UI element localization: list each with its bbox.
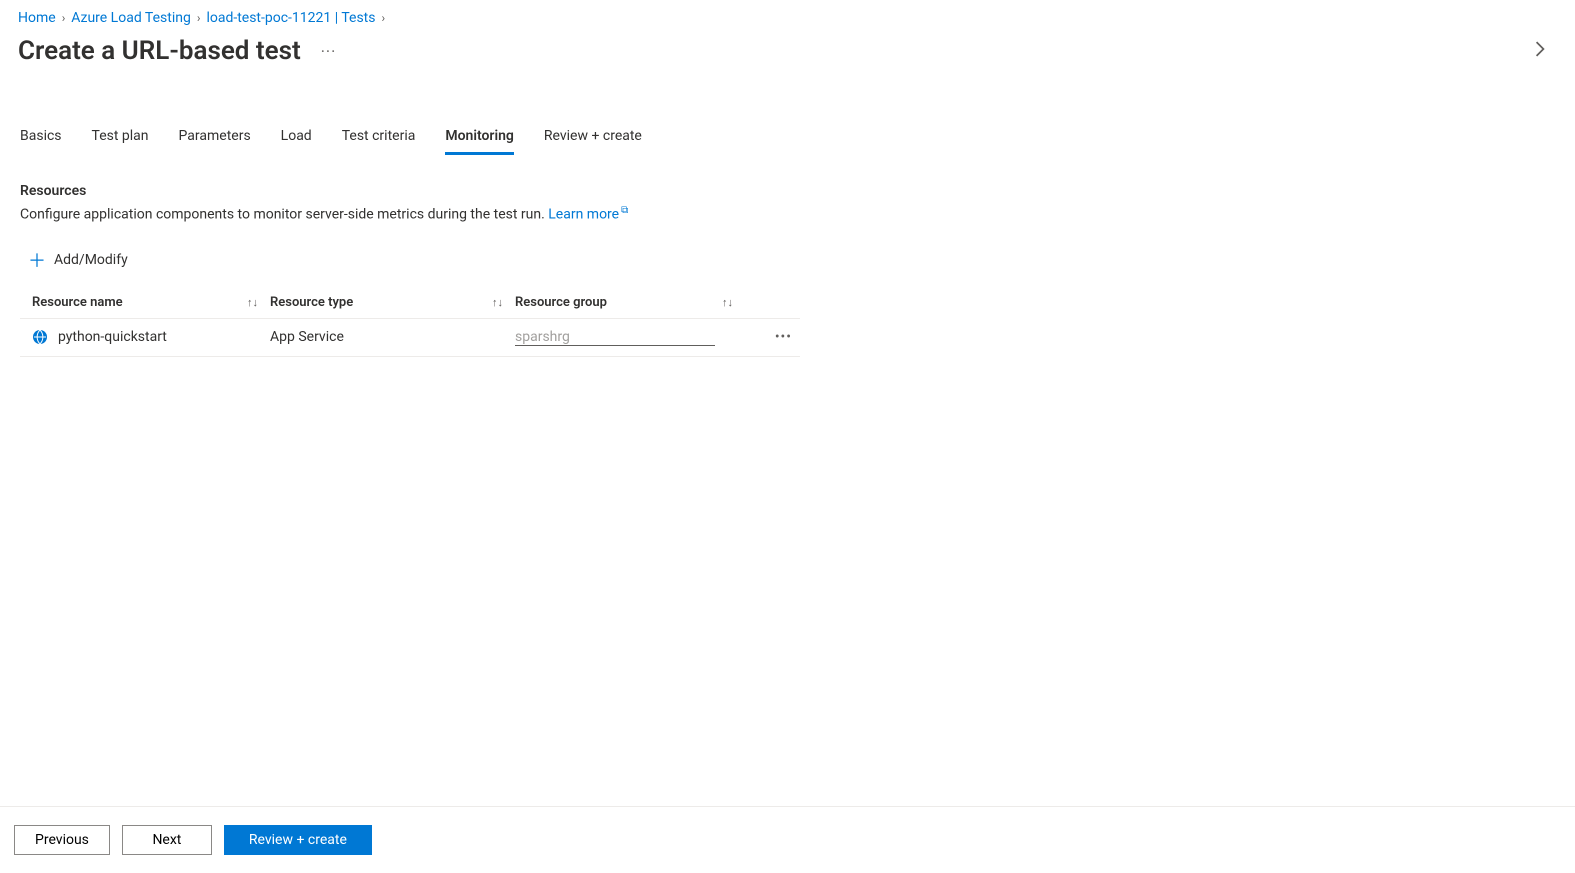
resources-section: Resources Configure application componen… <box>0 155 1575 223</box>
table-row: python-quickstart App Service sparshrg •… <box>20 319 800 357</box>
tabs: Basics Test plan Parameters Load Test cr… <box>0 66 1575 155</box>
chevron-right-icon: › <box>197 11 201 25</box>
chevron-right-icon: › <box>382 11 386 25</box>
tab-review-create[interactable]: Review + create <box>544 122 642 155</box>
add-modify-button[interactable]: ＋ Add/Modify <box>0 223 1575 289</box>
cell-resource-name: python-quickstart <box>20 329 270 345</box>
resources-table: Resource name ↑↓ Resource type ↑↓ Resour… <box>0 289 820 357</box>
column-header-type[interactable]: Resource type ↑↓ <box>270 295 515 310</box>
tab-load[interactable]: Load <box>281 122 312 155</box>
column-header-group[interactable]: Resource group ↑↓ <box>515 295 745 310</box>
tab-test-plan[interactable]: Test plan <box>92 122 149 155</box>
previous-button[interactable]: Previous <box>14 825 110 855</box>
column-header-name[interactable]: Resource name ↑↓ <box>20 295 270 310</box>
breadcrumb-link-tests[interactable]: load-test-poc-11221 | Tests <box>206 10 375 26</box>
section-heading: Resources <box>20 183 1555 199</box>
section-description: Configure application components to moni… <box>20 205 1555 223</box>
sort-icon[interactable]: ↑↓ <box>492 296 503 309</box>
page-title: Create a URL-based test <box>18 36 301 66</box>
row-more-actions[interactable]: ••• <box>745 329 800 345</box>
chevron-right-icon[interactable] <box>1535 41 1557 61</box>
breadcrumb-link-home[interactable]: Home <box>18 10 56 26</box>
tab-monitoring[interactable]: Monitoring <box>445 122 514 155</box>
sort-icon[interactable]: ↑↓ <box>722 296 733 309</box>
app-service-icon <box>32 329 48 345</box>
title-bar: Create a URL-based test ··· <box>0 30 1575 66</box>
external-link-icon: ⧉ <box>621 205 628 216</box>
review-create-button[interactable]: Review + create <box>224 825 372 855</box>
next-button[interactable]: Next <box>122 825 212 855</box>
add-modify-label: Add/Modify <box>54 252 128 268</box>
tab-test-criteria[interactable]: Test criteria <box>342 122 416 155</box>
breadcrumb-link-load-testing[interactable]: Azure Load Testing <box>71 10 191 26</box>
more-actions-icon[interactable]: ··· <box>321 42 337 61</box>
plus-icon: ＋ <box>28 247 46 273</box>
cell-resource-group[interactable]: sparshrg <box>515 329 715 346</box>
breadcrumb: Home › Azure Load Testing › load-test-po… <box>0 0 1575 30</box>
tab-basics[interactable]: Basics <box>20 122 62 155</box>
tab-parameters[interactable]: Parameters <box>179 122 251 155</box>
footer: Previous Next Review + create <box>0 806 1575 873</box>
learn-more-link[interactable]: Learn more <box>548 207 619 223</box>
table-header: Resource name ↑↓ Resource type ↑↓ Resour… <box>20 289 800 319</box>
chevron-right-icon: › <box>62 11 66 25</box>
cell-resource-type: App Service <box>270 329 515 345</box>
sort-icon[interactable]: ↑↓ <box>247 296 258 309</box>
